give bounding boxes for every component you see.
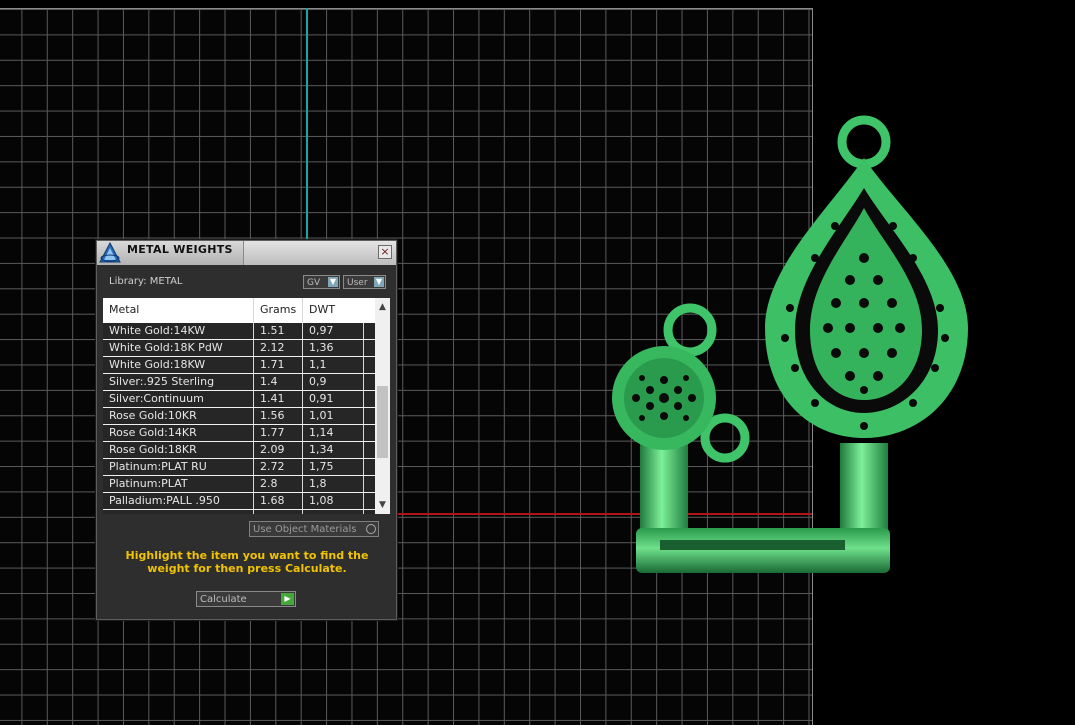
table-row[interactable]: White Gold:18K PdW 2.12 1,36 [103,340,375,357]
dwt-cell: 1,08 [303,493,364,509]
gv-dropdown-value: GV [307,278,321,288]
gv-dropdown[interactable]: GV ▼ [303,275,340,289]
scroll-up-icon[interactable]: ▲ [375,300,390,314]
play-arrow-icon: ▶ [281,593,294,605]
dwt-cell: 0,91 [303,391,364,407]
dropdown-arrow-icon: ▼ [374,277,384,287]
grams-cell: 1.77 [254,425,303,441]
metal-cell: Rose Gold:10KR [103,408,254,424]
grams-cell: 1.4 [254,374,303,390]
library-label: Library: METAL [109,276,183,287]
table-row[interactable]: Silver:.925 Sterling 1.4 0,9 [103,374,375,391]
table-row[interactable]: Rose Gold:14KR 1.77 1,14 [103,425,375,442]
user-dropdown-value: User [347,278,368,288]
metal-cell: Platinum:PLAT RU [103,459,254,475]
dialog-title: METAL WEIGHTS [127,243,233,256]
grams-cell: 1.68 [254,493,303,509]
y-axis-line [306,8,308,240]
table-header: Metal Grams DWT [103,298,375,322]
table-row[interactable]: White Gold:14KW 1.51 0,97 [103,323,375,340]
use-object-materials-toggle[interactable]: Use Object Materials [249,521,379,537]
metal-weights-dialog: METAL WEIGHTS × Library: METAL GV ▼ User… [96,240,397,620]
dwt-cell: 1,8 [303,476,364,492]
dwt-cell: 1,14 [303,425,364,441]
table-row[interactable]: Platinum:PLAT 2.8 1,8 [103,476,375,493]
table-row[interactable]: Palladium:PALL .950 1.68 1,08 [103,493,375,510]
table-row[interactable]: Silver:Continuum 1.41 0,91 [103,391,375,408]
dwt-cell: 1,1 [303,357,364,373]
metal-cell: Silver:.925 Sterling [103,374,254,390]
table-row[interactable]: Rose Gold:10KR 1.56 1,01 [103,408,375,425]
dwt-cell [303,510,364,514]
table-row[interactable] [103,510,375,514]
grams-cell: 1.41 [254,391,303,407]
metal-cell: White Gold:18KW [103,357,254,373]
dwt-cell: 1,34 [303,442,364,458]
dwt-cell: 0,9 [303,374,364,390]
scroll-thumb[interactable] [377,386,388,458]
use-object-materials-label: Use Object Materials [253,524,357,535]
grams-cell: 2.8 [254,476,303,492]
metal-cell [103,510,254,514]
grams-cell: 2.09 [254,442,303,458]
dwt-cell: 1,75 [303,459,364,475]
scroll-down-icon[interactable]: ▼ [375,498,390,512]
close-button[interactable]: × [378,245,392,259]
dwt-cell: 1,01 [303,408,364,424]
grams-cell: 1.71 [254,357,303,373]
metal-cell: Palladium:PALL .950 [103,493,254,509]
grams-cell: 1.56 [254,408,303,424]
metal-cell: White Gold:18K PdW [103,340,254,356]
dialog-titlebar[interactable]: METAL WEIGHTS × [97,241,396,265]
column-header-grams[interactable]: Grams [254,298,303,322]
table-row[interactable]: Platinum:PLAT RU 2.72 1,75 [103,459,375,476]
dropdown-arrow-icon: ▼ [328,277,338,287]
metal-cell: Silver:Continuum [103,391,254,407]
metal-cell: Rose Gold:18KR [103,442,254,458]
user-dropdown[interactable]: User ▼ [343,275,386,289]
dwt-cell: 0,97 [303,323,364,339]
grams-cell: 1.51 [254,323,303,339]
metal-cell: Rose Gold:14KR [103,425,254,441]
dwt-cell: 1,36 [303,340,364,356]
app-logo-icon [99,242,121,263]
pendant-model[interactable] [600,108,980,583]
grams-cell: 2.12 [254,340,303,356]
column-header-dwt[interactable]: DWT [303,298,375,322]
table-scrollbar[interactable]: ▲ ▼ [375,298,390,514]
instruction-text: Highlight the item you want to find the … [125,549,369,575]
grams-cell: 2.72 [254,459,303,475]
radio-toggle-icon [366,524,376,534]
metal-cell: Platinum:PLAT [103,476,254,492]
calculate-button[interactable]: Calculate ▶ [196,591,296,607]
metal-table: Metal Grams DWT White Gold:14KW 1.51 0,97 … [103,298,390,514]
grams-cell [254,510,303,514]
dialog-title-tab: METAL WEIGHTS [97,241,244,265]
metal-cell: White Gold:14KW [103,323,254,339]
column-header-metal[interactable]: Metal [103,298,254,322]
table-row[interactable]: White Gold:18KW 1.71 1,1 [103,357,375,374]
calculate-label: Calculate [200,594,247,605]
table-body: White Gold:14KW 1.51 0,97 White Gold:18K P… [103,323,375,514]
table-row[interactable]: Rose Gold:18KR 2.09 1,34 [103,442,375,459]
